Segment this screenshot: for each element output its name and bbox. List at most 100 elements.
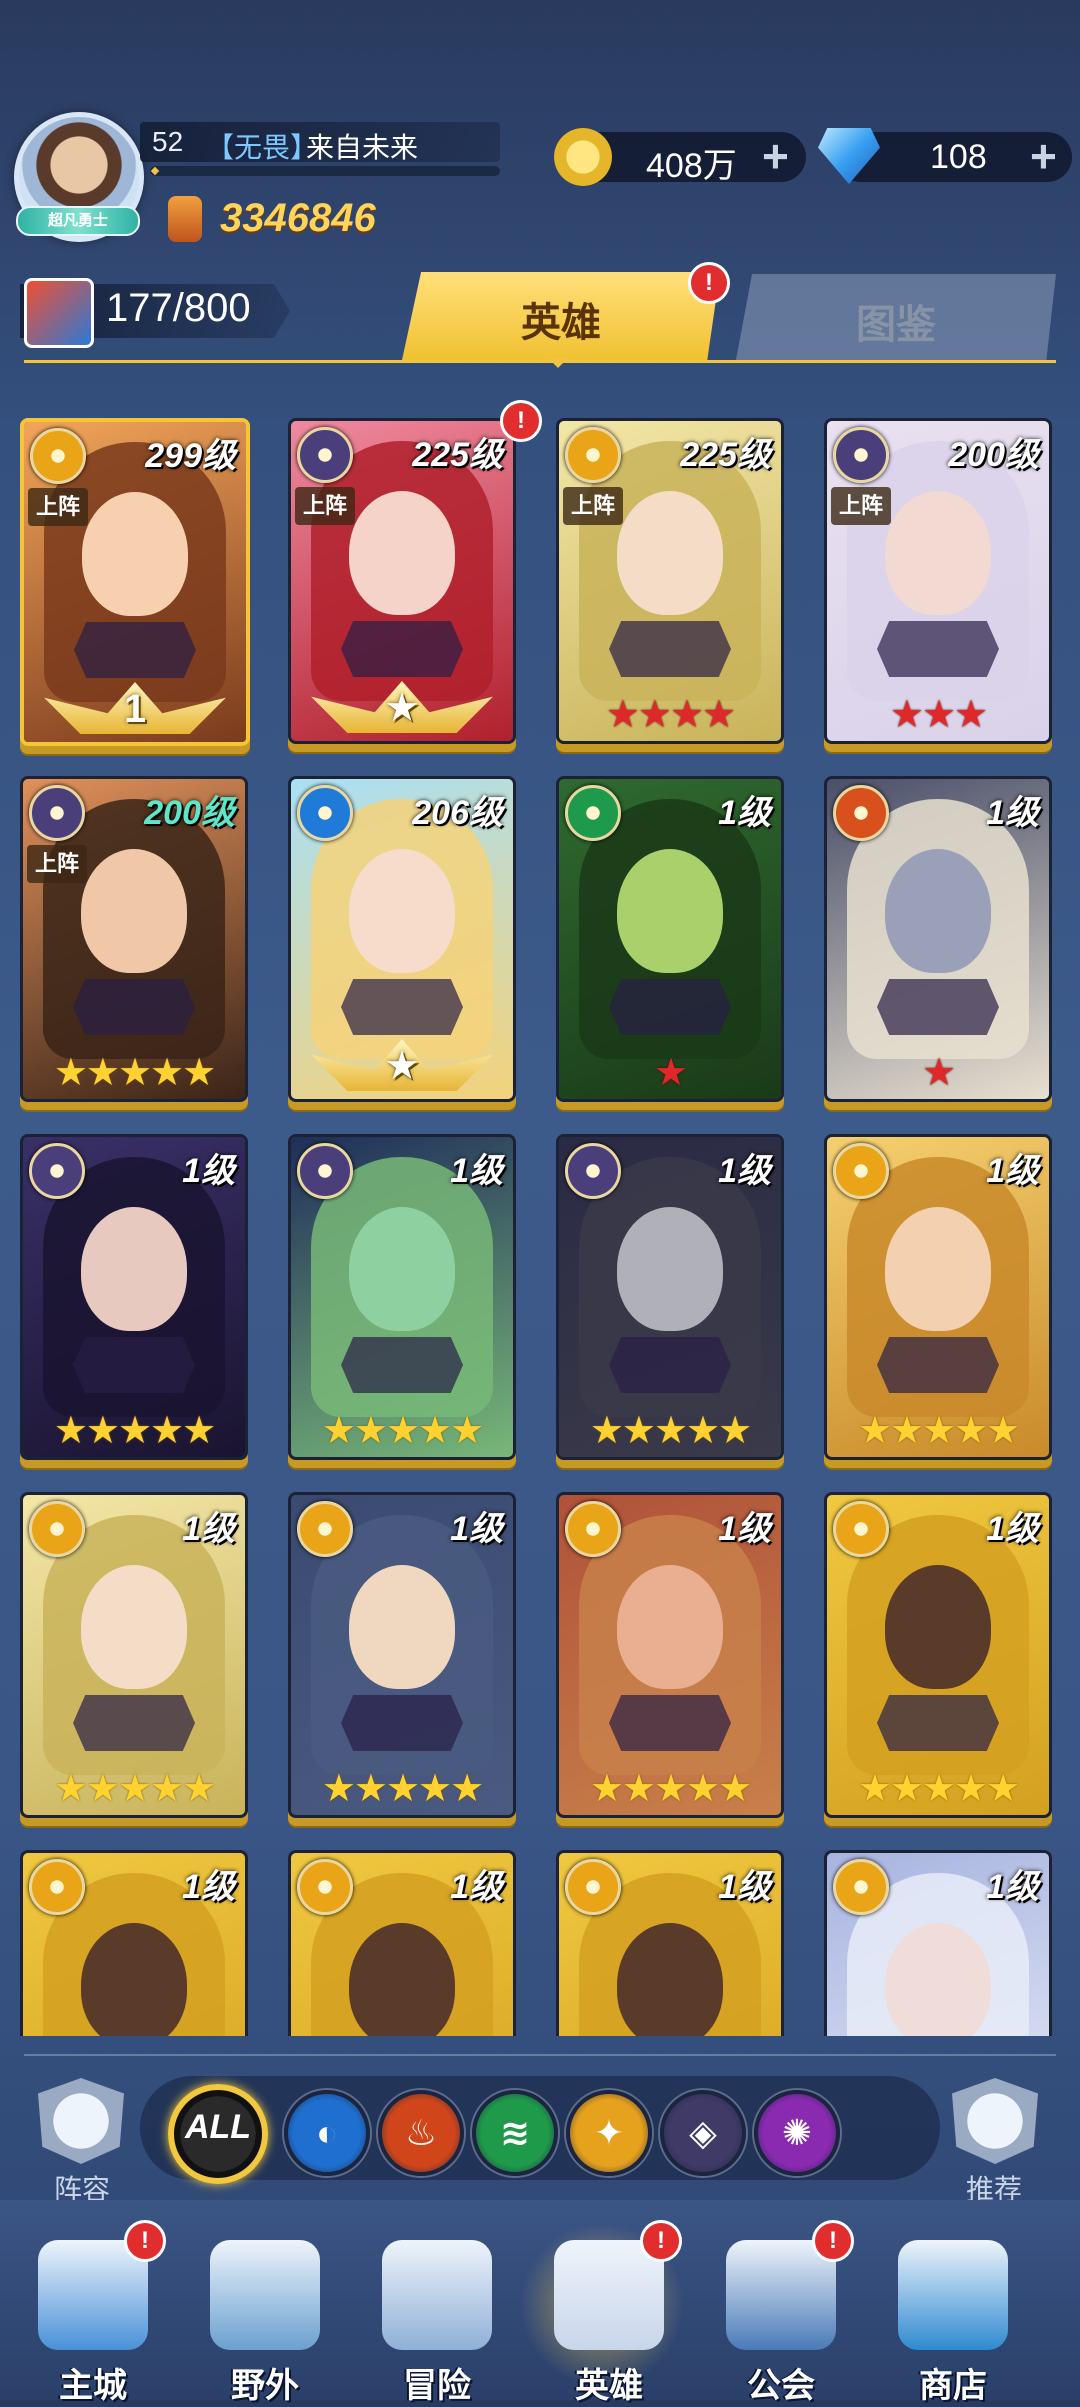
hero-level: 206级 xyxy=(412,794,503,832)
light-faction-icon xyxy=(833,1501,889,1557)
hero-card[interactable]: 200级 上阵 ★★★ xyxy=(824,418,1052,744)
hero-emblem xyxy=(609,1337,731,1393)
dark-faction-icon xyxy=(565,1143,621,1199)
hero-card-icon xyxy=(24,278,94,348)
water-faction-icon xyxy=(297,785,353,841)
hero-portrait-face xyxy=(885,491,991,615)
awaken-rank: 1 xyxy=(123,687,147,731)
hero-card[interactable]: 1级 xyxy=(824,1850,1052,2036)
dark-faction-icon[interactable]: ◈ xyxy=(660,2090,746,2176)
light-faction-icon xyxy=(565,1501,621,1557)
tab-codex-label: 图鉴 xyxy=(856,303,936,347)
filter-glyph: ♨ xyxy=(404,2112,438,2153)
dark-faction-icon xyxy=(29,785,85,841)
hero-stars: ★★★★ xyxy=(605,694,736,736)
hero-portrait-face xyxy=(82,492,188,616)
hero-card[interactable]: 1级 ★ xyxy=(824,776,1052,1102)
light-faction-icon xyxy=(565,427,621,483)
wind-faction-icon[interactable]: ≋ xyxy=(472,2090,558,2176)
hero-stars: ★★★★★ xyxy=(53,1410,216,1452)
hero-portrait-face xyxy=(617,1565,723,1689)
nav-banner[interactable]: 公会! xyxy=(706,2220,856,2405)
hero-portrait-face xyxy=(349,849,455,973)
filter-glyph: ◈ xyxy=(689,2112,717,2153)
nav-shop[interactable]: 商店 xyxy=(878,2230,1028,2405)
dark-faction-icon xyxy=(29,1143,85,1199)
on-team-tag: 上阵 xyxy=(563,487,623,525)
hero-card[interactable]: 1级 ★★★★★ xyxy=(288,1492,516,1818)
arcane-faction-icon[interactable]: ✺ xyxy=(754,2090,840,2176)
filter-all-label: ALL xyxy=(184,2108,252,2146)
hero-portrait-face xyxy=(349,491,455,615)
fire-faction-icon xyxy=(833,785,889,841)
hero-card[interactable]: 1级 ★★★★★ xyxy=(20,1492,248,1818)
hero-level: 1级 xyxy=(986,794,1039,832)
add-diamond-button[interactable]: + xyxy=(1030,133,1057,179)
nav-castle[interactable]: 主城! xyxy=(18,2220,168,2405)
filter-glyph: ✺ xyxy=(781,2112,813,2153)
hero-card[interactable]: 1级 ★ xyxy=(556,776,784,1102)
dark-faction-icon xyxy=(833,427,889,483)
add-gold-button[interactable]: + xyxy=(762,133,789,179)
nav-helmet[interactable]: 英雄! xyxy=(534,2220,684,2405)
hero-card[interactable]: 1级 ★★★★★ xyxy=(824,1134,1052,1460)
hero-stars: ★★★★★ xyxy=(857,1410,1020,1452)
hero-card[interactable]: 200级上阵 ★★★★★ xyxy=(20,776,248,1102)
hero-emblem xyxy=(877,1695,999,1751)
hero-portrait-face xyxy=(885,849,991,973)
hero-level: 225级 xyxy=(680,436,771,474)
nav-portal[interactable]: 野外 xyxy=(190,2230,340,2405)
hero-portrait-face xyxy=(81,1207,187,1331)
hero-card[interactable]: 1级 xyxy=(288,1850,516,2036)
exp-bar xyxy=(150,166,500,176)
hero-stars: ★★★★★ xyxy=(321,1768,484,1810)
hero-level: 1级 xyxy=(718,1510,771,1548)
hero-emblem xyxy=(877,621,999,677)
hero-stars: ★★★★★ xyxy=(321,1410,484,1452)
hero-card[interactable]: 206级 ★ xyxy=(288,776,516,1102)
hero-card[interactable]: 1级 ★★★★★ xyxy=(288,1134,516,1460)
light-faction-icon xyxy=(833,1143,889,1199)
on-team-tag: 上阵 xyxy=(295,487,355,525)
nav-sword[interactable]: 冒险 xyxy=(362,2230,512,2405)
light-faction-icon xyxy=(29,1501,85,1557)
hero-portrait-face xyxy=(885,1565,991,1689)
hero-card[interactable]: 1级 xyxy=(556,1850,784,2036)
lineup-button[interactable] xyxy=(38,2078,124,2164)
on-team-tag: 上阵 xyxy=(831,487,891,525)
hero-emblem xyxy=(877,979,999,1035)
water-faction-icon[interactable]: ◐ xyxy=(284,2090,370,2176)
light-faction-icon xyxy=(565,1859,621,1915)
light-faction-icon[interactable]: ✦ xyxy=(566,2090,652,2176)
hero-card[interactable]: 225级上阵 ★★★★ xyxy=(556,418,784,744)
hero-emblem xyxy=(609,979,731,1035)
hero-level: 1级 xyxy=(718,1152,771,1190)
tab-heroes-badge: ! xyxy=(688,262,730,304)
hero-level: 1级 xyxy=(986,1152,1039,1190)
hero-portrait-face xyxy=(617,1923,723,2036)
hero-card[interactable]: 1级 ★★★★★ xyxy=(556,1492,784,1818)
fire-faction-icon[interactable]: ♨ xyxy=(378,2090,464,2176)
hero-card[interactable]: 1级 xyxy=(20,1850,248,2036)
hero-stars: ★★★★★ xyxy=(53,1052,216,1094)
tab-underline xyxy=(24,360,1056,363)
diamond-amount: 108 xyxy=(930,138,987,176)
hero-card[interactable]: 1级 ★★★★★ xyxy=(824,1492,1052,1818)
tab-pointer xyxy=(548,358,568,368)
hero-level: 225级 xyxy=(412,436,503,474)
hero-card[interactable]: 225级 上阵 ★ xyxy=(288,418,516,744)
dark-faction-icon xyxy=(297,427,353,483)
player-guild-tag[interactable]: 【无畏】 xyxy=(206,126,318,166)
hero-card[interactable]: 1级 ★★★★★ xyxy=(20,1134,248,1460)
hero-emblem xyxy=(877,1337,999,1393)
hero-card[interactable]: 1级 ★★★★★ xyxy=(556,1134,784,1460)
on-team-tag: 上阵 xyxy=(27,845,87,883)
hero-emblem xyxy=(609,1695,731,1751)
hero-level: 200级 xyxy=(144,794,235,832)
recommend-button[interactable] xyxy=(952,2078,1038,2164)
hero-portrait-face xyxy=(349,1207,455,1331)
light-faction-icon xyxy=(30,428,86,484)
filter-glyph: ◐ xyxy=(316,2112,338,2153)
hero-portrait-face xyxy=(617,491,723,615)
hero-card[interactable]: 299级 上阵 1 xyxy=(20,418,250,746)
